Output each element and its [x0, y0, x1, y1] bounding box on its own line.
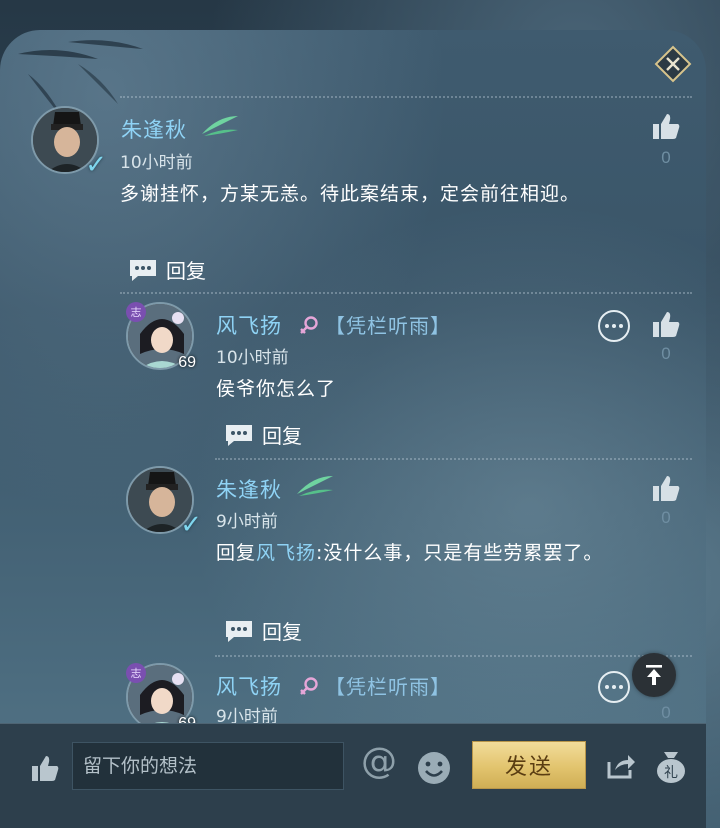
- reply-button[interactable]: 回复: [224, 420, 302, 449]
- guild-name[interactable]: 【凭栏听雨】: [325, 671, 451, 700]
- like-post-button[interactable]: [30, 754, 60, 788]
- thumbs-up-icon: [653, 312, 680, 337]
- reply-text: :没什么事，只是有些劳累罢了。: [316, 542, 604, 564]
- rank-badge: 志: [126, 302, 146, 322]
- close-icon: [654, 45, 692, 83]
- reply-label: 回复: [262, 620, 302, 644]
- comment-time: 9小时前: [216, 512, 278, 532]
- avatar-container: ✓: [126, 466, 202, 538]
- divider: [120, 292, 692, 294]
- female-icon: [300, 316, 318, 334]
- comment-bubble-icon: [226, 620, 252, 642]
- rank-badge: 志: [126, 663, 146, 683]
- comment-content: 回复风飞扬:没什么事，只是有些劳累罢了。: [216, 535, 632, 571]
- like-count: 0: [661, 148, 671, 167]
- comment-bubble-icon: [226, 424, 252, 446]
- gift-label: 礼: [664, 765, 678, 781]
- reply-label: 回复: [166, 259, 206, 283]
- female-icon: [300, 677, 318, 695]
- like-button[interactable]: [650, 310, 682, 344]
- dot: [612, 685, 616, 689]
- avatar-container: ✓: [31, 106, 107, 178]
- divider: [120, 96, 692, 98]
- verified-badge-icon: ✓: [85, 150, 107, 180]
- divider: [215, 655, 692, 657]
- more-options-button[interactable]: [598, 671, 630, 703]
- author-name[interactable]: 朱逢秋: [121, 114, 187, 144]
- reply-button[interactable]: 回复: [128, 255, 206, 284]
- arrow-up-icon: [646, 665, 662, 685]
- more-options-button[interactable]: [598, 310, 630, 342]
- author-name[interactable]: 风飞扬: [216, 310, 282, 340]
- reply-button[interactable]: 回复: [224, 616, 302, 645]
- like-count: 0: [661, 703, 671, 722]
- comment-content: 侯爷你怎么了: [216, 378, 337, 400]
- dot: [605, 324, 609, 328]
- dot: [619, 324, 623, 328]
- gift-button[interactable]: 礼: [654, 748, 688, 788]
- thumbs-up-icon: [32, 756, 59, 781]
- emoji-button[interactable]: [416, 750, 452, 790]
- bamboo-leaf-icon: [202, 116, 238, 136]
- divider: [215, 458, 692, 460]
- scroll-to-top-button[interactable]: [632, 653, 676, 697]
- thumbs-up-icon: [653, 476, 680, 501]
- mention-link[interactable]: 风飞扬: [256, 542, 316, 564]
- like-count: 0: [661, 508, 671, 527]
- comment-bubble-icon: [130, 259, 156, 281]
- emoji-icon: [418, 752, 450, 784]
- player-level: 69: [178, 354, 196, 371]
- reply-prefix: 回复: [216, 542, 257, 564]
- like-count: 0: [661, 344, 671, 363]
- dot: [619, 685, 623, 689]
- comment-input[interactable]: [72, 742, 344, 790]
- thumbs-up-icon: [653, 114, 680, 139]
- like-button[interactable]: [650, 474, 682, 508]
- bamboo-leaf-icon: [297, 476, 333, 496]
- dot: [605, 685, 609, 689]
- mention-button[interactable]: @: [361, 744, 397, 780]
- author-name[interactable]: 朱逢秋: [216, 474, 282, 504]
- comment-content: 多谢挂怀，方某无恙。待此案结束，定会前往相迎。: [120, 183, 581, 205]
- gift-bag-icon: 礼: [657, 752, 685, 783]
- share-button[interactable]: [606, 752, 636, 784]
- dot: [612, 324, 616, 328]
- comment-time: 10小时前: [120, 153, 193, 173]
- guild-name[interactable]: 【凭栏听雨】: [325, 310, 451, 339]
- like-button[interactable]: [650, 112, 682, 146]
- author-name[interactable]: 风飞扬: [216, 671, 282, 701]
- reply-label: 回复: [262, 424, 302, 448]
- share-icon: [607, 755, 635, 779]
- composer-bar: @ 发送 礼: [0, 723, 706, 828]
- verified-badge-icon: ✓: [180, 510, 202, 540]
- send-button[interactable]: 发送: [472, 741, 586, 789]
- avatar-container: 志 69: [126, 302, 198, 374]
- comment-time: 10小时前: [216, 348, 289, 368]
- close-button[interactable]: [651, 42, 695, 86]
